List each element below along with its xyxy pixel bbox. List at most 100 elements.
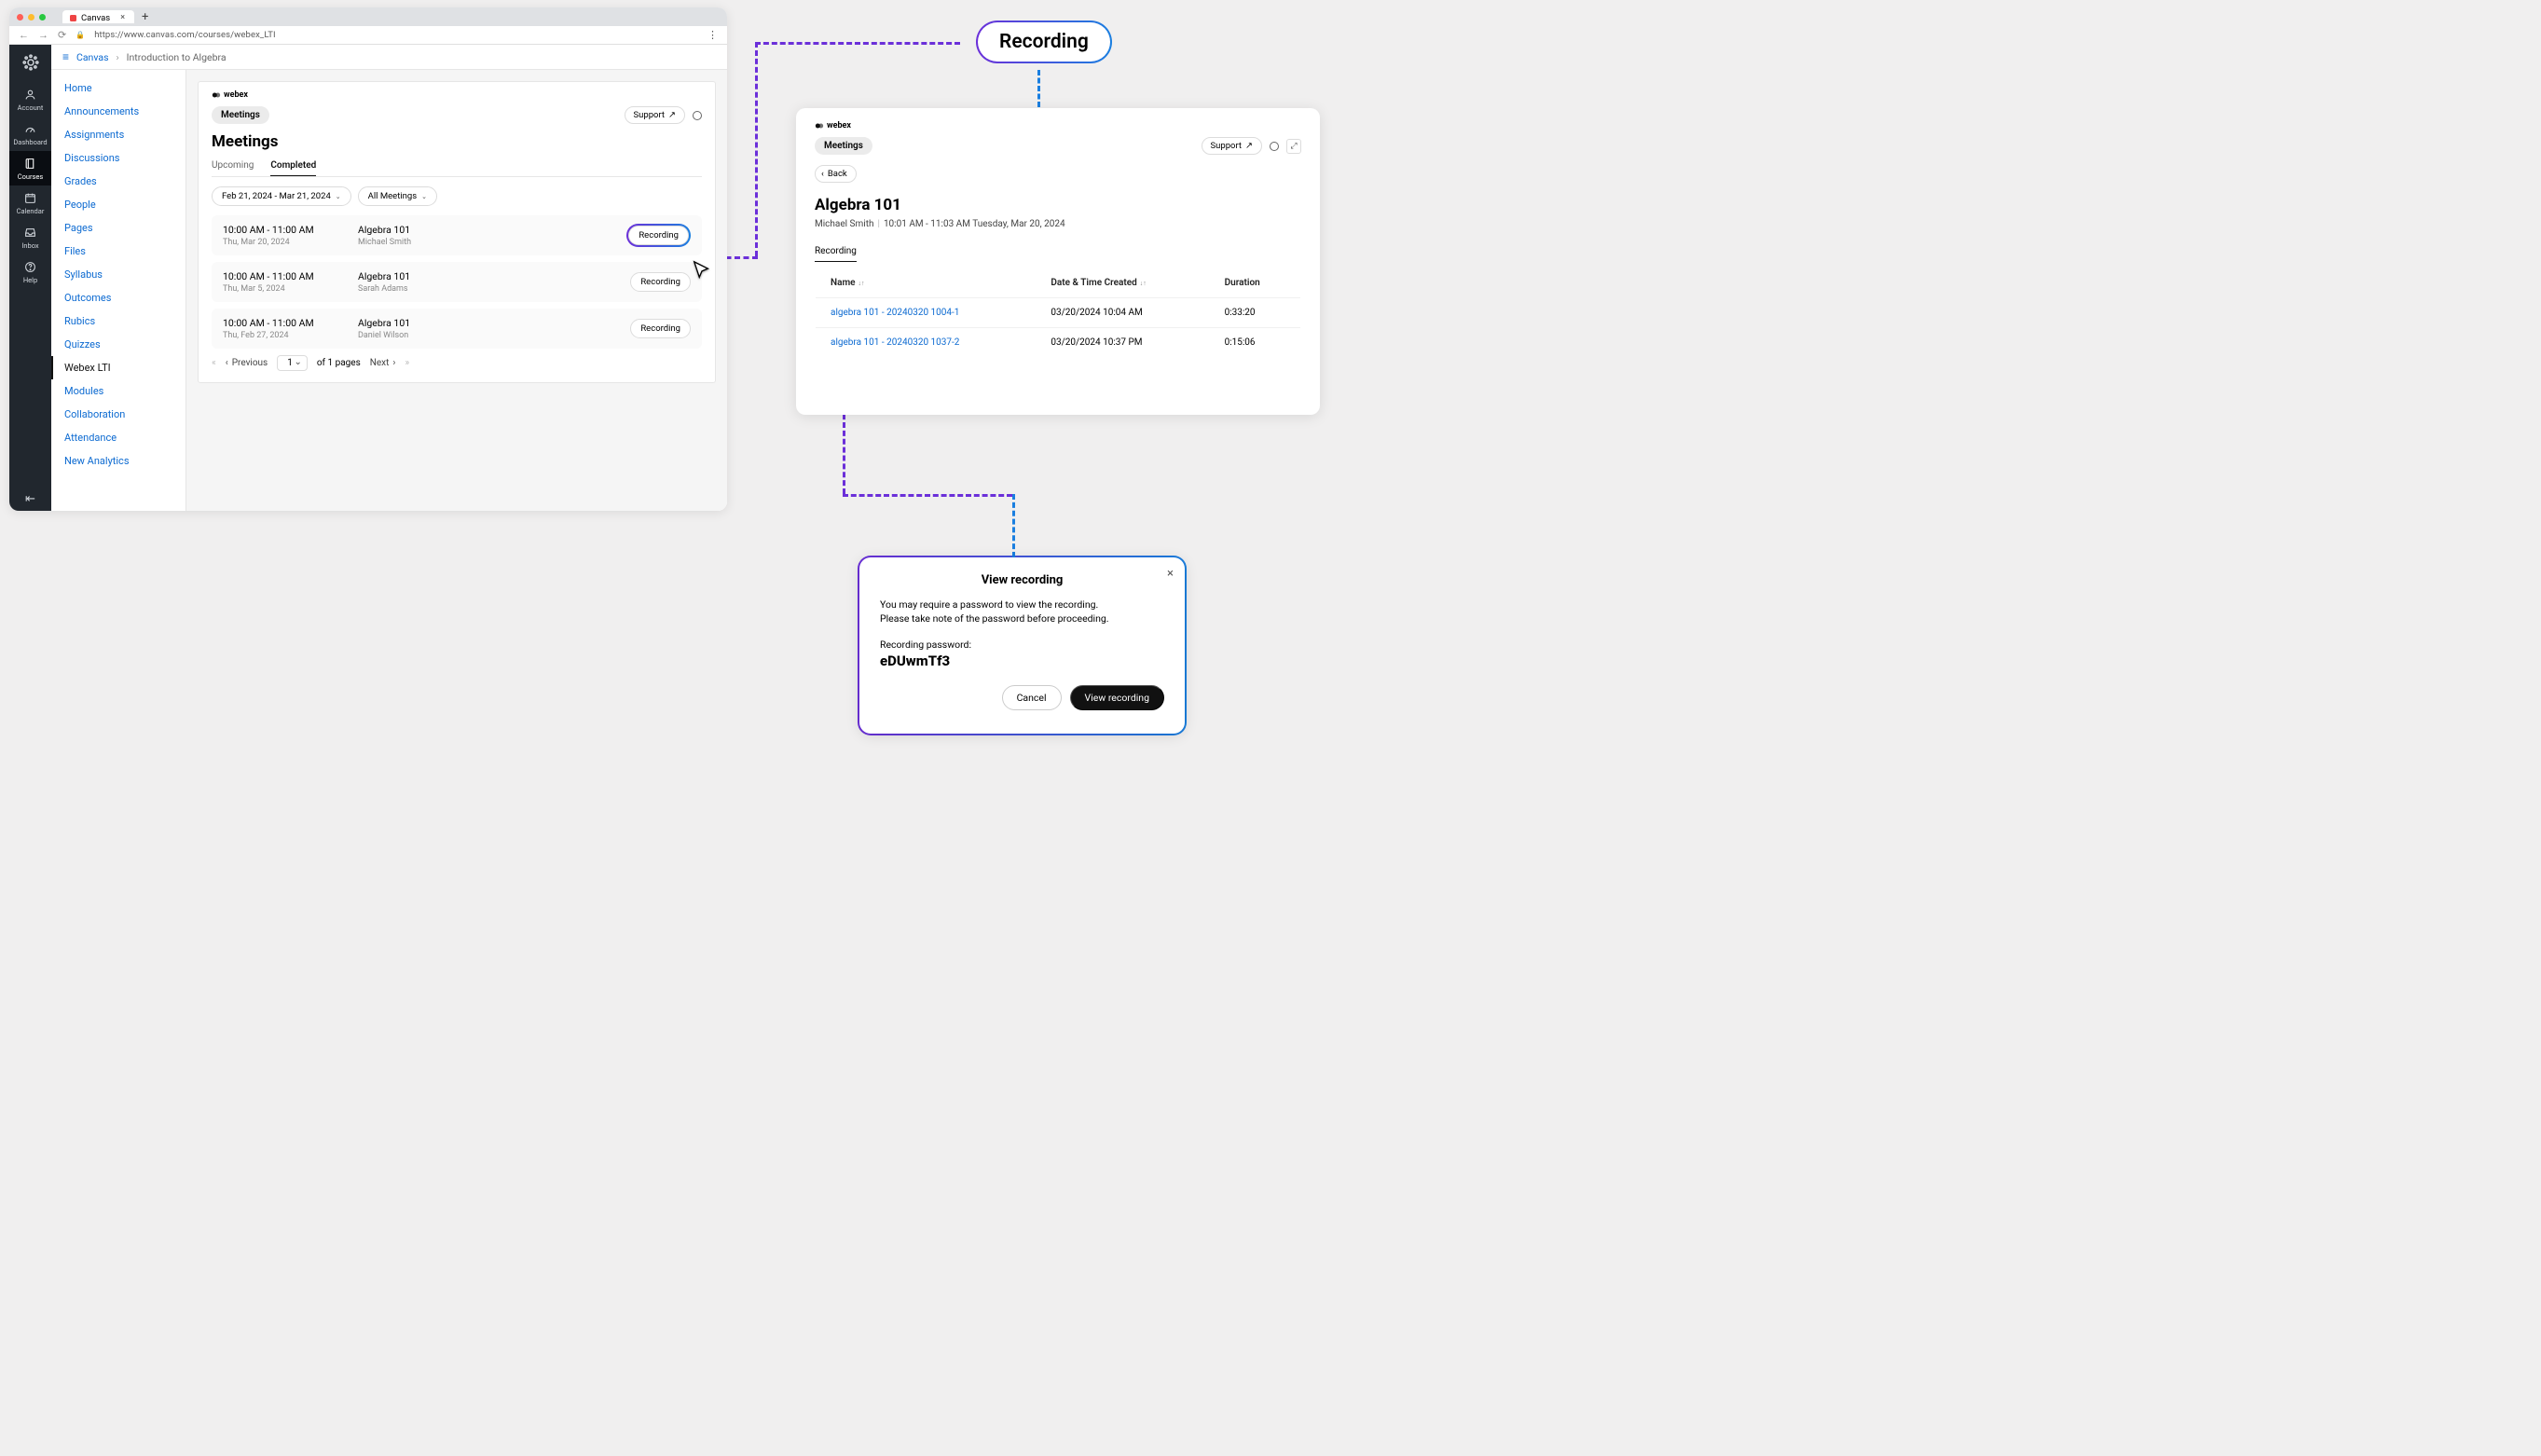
detail-title: Algebra 101 bbox=[815, 196, 1301, 214]
page-title: Meetings bbox=[212, 132, 702, 151]
course-menu-item[interactable]: Outcomes bbox=[51, 286, 185, 309]
rail-calendar-label: Calendar bbox=[17, 207, 45, 215]
page-prev[interactable]: ‹ Previous bbox=[226, 358, 268, 368]
nav-forward-icon[interactable]: → bbox=[38, 29, 48, 41]
recording-link[interactable]: algebra 101 - 20240320 1004-1 bbox=[831, 308, 959, 318]
col-duration: Duration bbox=[1210, 268, 1301, 298]
webex-logo-icon bbox=[212, 90, 221, 100]
browser-addressbar: ← → ⟳ 🔒 https://www.canvas.com/courses/w… bbox=[9, 26, 727, 45]
course-menu-item[interactable]: Rubics bbox=[51, 309, 185, 333]
course-menu-item[interactable]: New Analytics bbox=[51, 449, 185, 473]
course-menu-item[interactable]: Attendance bbox=[51, 426, 185, 449]
new-tab-button[interactable]: + bbox=[142, 10, 148, 24]
rail-help[interactable]: Help bbox=[9, 254, 51, 289]
col-created[interactable]: Date & Time Created↓↑ bbox=[1036, 268, 1209, 298]
nav-reload-icon[interactable]: ⟳ bbox=[58, 29, 66, 41]
callout-label: Recording bbox=[999, 31, 1089, 53]
course-menu-item[interactable]: People bbox=[51, 193, 185, 216]
recording-button[interactable]: Recording bbox=[630, 272, 691, 292]
course-menu-item-selected[interactable]: Webex LTI bbox=[51, 356, 185, 379]
chevron-left-icon: ‹ bbox=[821, 169, 824, 179]
rail-dashboard[interactable]: Dashboard bbox=[9, 117, 51, 151]
recording-button[interactable]: Recording bbox=[628, 226, 689, 245]
meeting-title: Algebra 101 bbox=[358, 270, 630, 282]
rail-courses[interactable]: Courses bbox=[9, 151, 51, 185]
course-menu-item[interactable]: Assignments bbox=[51, 123, 185, 146]
view-recording-button[interactable]: View recording bbox=[1070, 685, 1164, 710]
connector-line bbox=[755, 42, 758, 256]
meeting-host: Michael Smith bbox=[358, 238, 626, 247]
date-range-filter[interactable]: Feb 21, 2024 - Mar 21, 2024⌄ bbox=[212, 186, 351, 206]
col-name[interactable]: Name↓↑ bbox=[816, 268, 1037, 298]
support-button[interactable]: Support ↗ bbox=[625, 106, 686, 124]
popout-icon[interactable]: ⤢ bbox=[1286, 139, 1301, 154]
rail-account[interactable]: Account bbox=[9, 82, 51, 117]
browser-menu-icon[interactable]: ⋮ bbox=[707, 29, 718, 41]
filters-row: Feb 21, 2024 - Mar 21, 2024⌄ All Meeting… bbox=[212, 186, 702, 206]
nav-back-icon[interactable]: ← bbox=[19, 29, 29, 41]
recording-created: 03/20/2024 10:04 AM bbox=[1036, 298, 1209, 328]
meeting-row: 10:00 AM - 11:00 AM Thu, Feb 27, 2024 Al… bbox=[212, 309, 702, 349]
close-icon[interactable]: × bbox=[1167, 567, 1174, 581]
course-menu-item[interactable]: Collaboration bbox=[51, 403, 185, 426]
globe-icon[interactable] bbox=[1270, 142, 1279, 151]
course-menu-item[interactable]: Modules bbox=[51, 379, 185, 403]
detail-subtitle: Michael Smith|10:01 AM - 11:03 AM Tuesda… bbox=[815, 219, 1301, 229]
canvas-logo-icon[interactable] bbox=[9, 45, 51, 82]
traffic-min-icon[interactable] bbox=[28, 14, 34, 21]
back-button[interactable]: ‹ Back bbox=[815, 165, 857, 183]
chevron-down-icon: ⌄ bbox=[421, 193, 427, 200]
course-menu-item[interactable]: Files bbox=[51, 240, 185, 263]
course-menu-item[interactable]: Quizzes bbox=[51, 333, 185, 356]
rail-collapse-icon[interactable]: ⇤ bbox=[9, 492, 51, 506]
support-button[interactable]: Support ↗ bbox=[1202, 137, 1263, 155]
course-menu-item[interactable]: Syllabus bbox=[51, 263, 185, 286]
traffic-max-icon[interactable] bbox=[39, 14, 46, 21]
course-menu-item[interactable]: Announcements bbox=[51, 100, 185, 123]
tab-close-icon[interactable]: × bbox=[120, 13, 125, 22]
recording-button[interactable]: Recording bbox=[630, 319, 691, 338]
canvas-rail: Account Dashboard Courses Calendar Inbox… bbox=[9, 45, 51, 511]
browser-tabbar: Canvas × + bbox=[9, 7, 727, 26]
course-menu-item[interactable]: Pages bbox=[51, 216, 185, 240]
section-pill[interactable]: Meetings bbox=[815, 137, 872, 155]
tab-completed[interactable]: Completed bbox=[270, 157, 316, 176]
section-pill[interactable]: Meetings bbox=[212, 106, 269, 124]
hamburger-icon[interactable]: ≡ bbox=[62, 50, 69, 63]
rail-calendar[interactable]: Calendar bbox=[9, 185, 51, 220]
course-menu-item[interactable]: Discussions bbox=[51, 146, 185, 170]
detail-tab-recording[interactable]: Recording bbox=[815, 241, 857, 262]
cursor-icon bbox=[692, 260, 712, 281]
rail-courses-label: Courses bbox=[18, 172, 44, 181]
breadcrumb-sep-icon: › bbox=[117, 51, 119, 63]
modal-body: You may require a password to view the r… bbox=[880, 598, 1164, 625]
course-menu-item[interactable]: Home bbox=[51, 76, 185, 100]
tab-upcoming[interactable]: Upcoming bbox=[212, 157, 254, 176]
breadcrumb-current: Introduction to Algebra bbox=[127, 51, 227, 63]
recording-duration: 0:33:20 bbox=[1210, 298, 1301, 328]
cancel-button[interactable]: Cancel bbox=[1002, 685, 1062, 710]
meeting-title: Algebra 101 bbox=[358, 317, 630, 329]
browser-tab[interactable]: Canvas × bbox=[62, 10, 134, 23]
breadcrumb-root[interactable]: Canvas bbox=[76, 51, 108, 63]
recording-created: 03/20/2024 10:37 PM bbox=[1036, 328, 1209, 358]
page-select[interactable]: 1 bbox=[277, 355, 308, 371]
scope-filter[interactable]: All Meetings⌄ bbox=[358, 186, 437, 206]
page-first-icon[interactable]: « bbox=[212, 358, 216, 368]
course-menu-item[interactable]: Grades bbox=[51, 170, 185, 193]
recording-link[interactable]: algebra 101 - 20240320 1037-2 bbox=[831, 337, 959, 348]
recording-detail-panel: webex Meetings Support ↗ ⤢ ‹ Back Algebr… bbox=[796, 108, 1320, 415]
webex-logo-icon bbox=[815, 121, 824, 130]
traffic-close-icon[interactable] bbox=[17, 14, 23, 21]
browser-window: Canvas × + ← → ⟳ 🔒 https://www.canvas.co… bbox=[9, 7, 727, 511]
connector-line bbox=[843, 494, 1012, 497]
meeting-time: 10:00 AM - 11:00 AM bbox=[223, 270, 358, 282]
recording-table: Name↓↑ Date & Time Created↓↑ Duration al… bbox=[815, 268, 1301, 358]
page-next[interactable]: Next › bbox=[370, 358, 396, 368]
address-url[interactable]: https://www.canvas.com/courses/webex_LTI bbox=[94, 30, 698, 40]
globe-icon[interactable] bbox=[693, 111, 702, 120]
page-last-icon[interactable]: » bbox=[405, 358, 409, 368]
rail-inbox[interactable]: Inbox bbox=[9, 220, 51, 254]
connector-line bbox=[1012, 494, 1015, 557]
webex-brand: webex bbox=[815, 121, 851, 130]
